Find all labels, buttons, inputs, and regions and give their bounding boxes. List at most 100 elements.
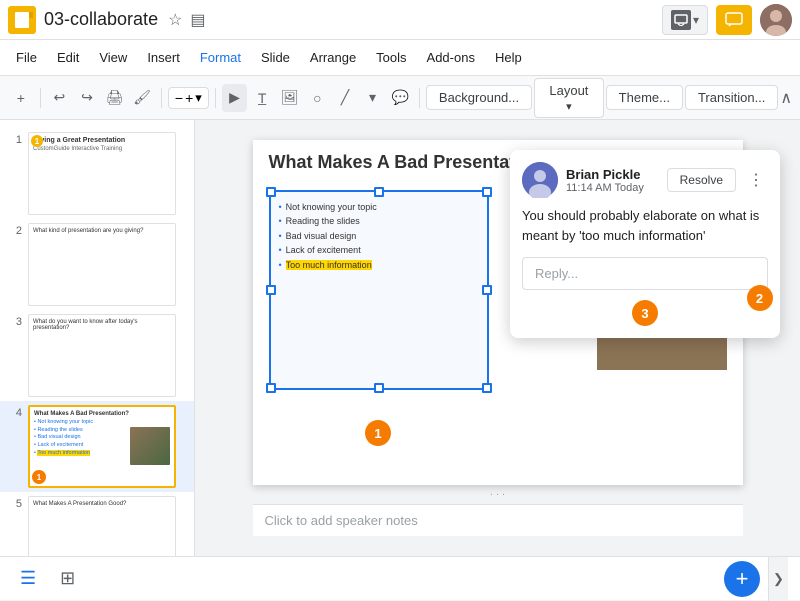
line-dropdown[interactable]: ▾: [360, 84, 386, 112]
add-slide-button[interactable]: +: [724, 561, 760, 597]
bullet-3: •Bad visual design: [279, 229, 479, 243]
handle-top-left[interactable]: [266, 187, 276, 197]
reply-placeholder: Reply...: [535, 266, 578, 281]
handle-mid-left[interactable]: [266, 285, 276, 295]
zoom-out-icon[interactable]: −: [175, 90, 183, 106]
comment-panel: Brian Pickle 11:14 AM Today Resolve ⋮ Yo…: [510, 150, 780, 338]
folder-button[interactable]: ▤: [188, 8, 207, 32]
line-tool[interactable]: ╱: [332, 84, 358, 112]
transition-button[interactable]: Transition...: [685, 85, 778, 110]
toolbar-separator-4: [419, 88, 420, 108]
bullet-5: •Too much information: [279, 258, 479, 272]
editor-area: 1 What Makes A Bad Presentation? •Not kn…: [195, 120, 800, 556]
callout-badge-1: 1: [365, 420, 391, 446]
comment-more-button[interactable]: ⋮: [744, 168, 768, 192]
bullet-4: •Lack of excitement: [279, 243, 479, 257]
speaker-notes-placeholder: Click to add speaker notes: [265, 513, 418, 528]
theme-button[interactable]: Theme...: [606, 85, 683, 110]
handle-top-right[interactable]: [482, 187, 492, 197]
undo-button[interactable]: ↩: [47, 84, 73, 112]
slide-number-4: 4: [8, 405, 22, 419]
main-layout: 1 Giving a Great Presentation CustomGuid…: [0, 120, 800, 556]
print-button[interactable]: 🖨: [102, 84, 128, 112]
star-button[interactable]: ☆: [166, 8, 184, 32]
handle-bottom-right[interactable]: [482, 383, 492, 393]
slide-panel: 1 Giving a Great Presentation CustomGuid…: [0, 120, 195, 556]
slide-1-badge: 1: [31, 135, 43, 147]
present-dropdown-icon[interactable]: ▾: [693, 13, 699, 27]
speaker-notes[interactable]: Click to add speaker notes: [253, 504, 743, 536]
commenter-name: Brian Pickle: [566, 167, 659, 182]
menu-tools[interactable]: Tools: [368, 46, 414, 69]
menu-file[interactable]: File: [8, 46, 45, 69]
slide-item-5[interactable]: 5 What Makes A Presentation Good?: [0, 492, 194, 556]
insert-button[interactable]: +: [8, 84, 34, 112]
background-button[interactable]: Background...: [426, 85, 532, 110]
badge-3-container: 3: [522, 300, 768, 326]
comment-body: You should probably elaborate on what is…: [522, 206, 768, 245]
callout-badge-2: 2: [747, 285, 773, 311]
slide-thumbnail-5: What Makes A Presentation Good?: [28, 496, 176, 556]
slide-item-3[interactable]: 3 What do you want to know after today's…: [0, 310, 194, 401]
menu-slide[interactable]: Slide: [253, 46, 298, 69]
menu-arrange[interactable]: Arrange: [302, 46, 364, 69]
comment-meta: Brian Pickle 11:14 AM Today: [566, 167, 659, 194]
commenter-avatar: [522, 162, 558, 198]
collapse-toolbar-button[interactable]: ∧: [780, 88, 792, 108]
grid-view-button[interactable]: ⊞: [52, 564, 83, 593]
menu-insert[interactable]: Insert: [139, 46, 188, 69]
sidebar-toggle-button[interactable]: ❯: [768, 557, 788, 601]
present-button[interactable]: ▾: [662, 5, 708, 35]
zoom-in-icon[interactable]: +: [185, 90, 193, 106]
shape-tool[interactable]: ○: [305, 84, 331, 112]
slide-thumbnail-2: What kind of presentation are you giving…: [28, 223, 176, 306]
comment-reply-input[interactable]: Reply...: [522, 257, 768, 290]
handle-top-mid[interactable]: [374, 187, 384, 197]
scroll-hint: · · ·: [253, 485, 743, 504]
bullet-2: •Reading the slides: [279, 214, 479, 228]
menu-addons[interactable]: Add-ons: [419, 46, 483, 69]
handle-mid-right[interactable]: [482, 285, 492, 295]
slide-1-title: Giving a Great Presentation: [33, 137, 171, 144]
comment-tool[interactable]: 💬: [387, 84, 413, 112]
slide-content-box[interactable]: •Not knowing your topic •Reading the sli…: [269, 190, 489, 390]
zoom-dropdown-icon[interactable]: ▾: [195, 90, 202, 106]
menu-bar: File Edit View Insert Format Slide Arran…: [0, 40, 800, 76]
list-view-button[interactable]: ☰: [12, 564, 44, 593]
title-right-controls: ▾: [662, 4, 792, 36]
text-tool[interactable]: T̲: [249, 84, 275, 112]
slide-item-4[interactable]: 4 What Makes A Bad Presentation? • Not k…: [0, 401, 194, 492]
toolbar: + ↩ ↪ 🖨 🖌 − + ▾ ▶ T̲ 🖼 ○ ╱ ▾ 💬 Backgroun…: [0, 76, 800, 120]
menu-help[interactable]: Help: [487, 46, 530, 69]
handle-bottom-mid[interactable]: [374, 383, 384, 393]
document-title: 03-collaborate: [44, 9, 158, 30]
image-tool[interactable]: 🖼: [277, 84, 303, 112]
zoom-control[interactable]: − + ▾: [168, 87, 209, 109]
handle-bottom-left[interactable]: [266, 383, 276, 393]
slide-3-title: What do you want to know after today's p…: [33, 319, 171, 331]
select-tool[interactable]: ▶: [222, 84, 248, 112]
slide-thumbnail-1: Giving a Great Presentation CustomGuide …: [28, 132, 176, 215]
menu-format[interactable]: Format: [192, 46, 249, 69]
slide-thumbnail-3: What do you want to know after today's p…: [28, 314, 176, 397]
toolbar-right: ∧: [780, 88, 792, 108]
bottom-right-controls: +: [724, 561, 760, 597]
user-avatar[interactable]: [760, 4, 792, 36]
scroll-dots-icon: · · ·: [490, 489, 506, 500]
present-icon: [671, 10, 691, 30]
toolbar-separator-3: [215, 88, 216, 108]
slide-thumbnail-4: What Makes A Bad Presentation? • Not kno…: [28, 405, 176, 488]
comment-header: Brian Pickle 11:14 AM Today Resolve ⋮: [522, 162, 768, 198]
app-logo: [8, 6, 36, 34]
comment-button[interactable]: [716, 5, 752, 35]
menu-edit[interactable]: Edit: [49, 46, 87, 69]
slide-number-5: 5: [8, 496, 22, 510]
slide-item-2[interactable]: 2 What kind of presentation are you givi…: [0, 219, 194, 310]
slide-item-1[interactable]: 1 Giving a Great Presentation CustomGuid…: [0, 128, 194, 219]
layout-button[interactable]: Layout: [534, 78, 604, 118]
slide-2-title: What kind of presentation are you giving…: [33, 228, 171, 234]
menu-view[interactable]: View: [91, 46, 135, 69]
resolve-button[interactable]: Resolve: [667, 168, 736, 192]
paint-format-button[interactable]: 🖌: [129, 84, 155, 112]
redo-button[interactable]: ↪: [74, 84, 100, 112]
